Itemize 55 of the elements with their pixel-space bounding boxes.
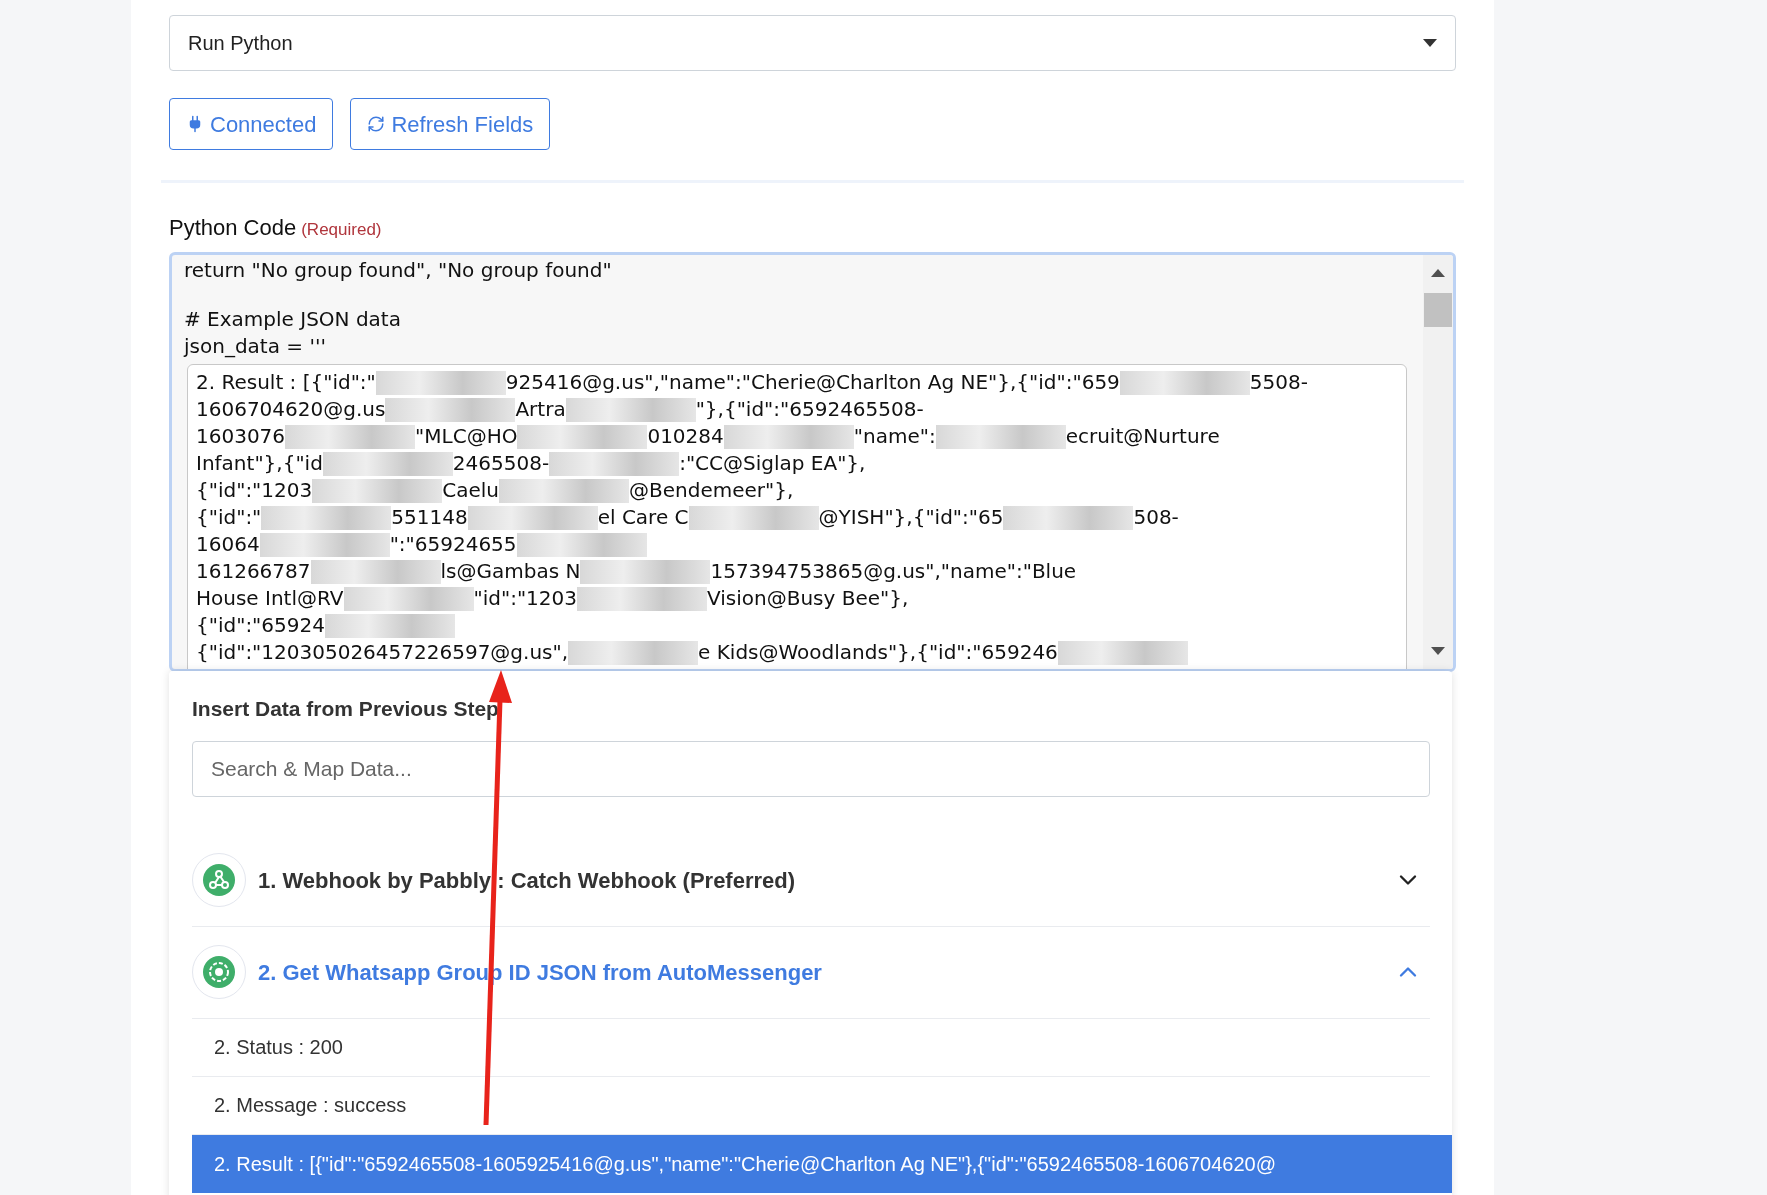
field-label: Python Code: [169, 214, 297, 242]
code-line: json_data = ''': [184, 333, 326, 360]
code-text: 16064: [196, 531, 260, 558]
required-note: (Required): [301, 219, 382, 241]
api-icon: [203, 956, 235, 988]
action-select[interactable]: Run Python: [169, 15, 1456, 71]
refresh-icon: [367, 115, 386, 133]
code-text: 2465508-: [452, 450, 550, 477]
code-text: {"id":"65924: [196, 612, 325, 639]
scroll-up-icon: [1431, 269, 1445, 277]
data-field-item[interactable]: 2. Status : 200: [192, 1018, 1430, 1077]
code-text: ":"65924655: [389, 531, 517, 558]
dropdown-caret-icon: [1423, 39, 1437, 47]
refresh-fields-button[interactable]: Refresh Fields: [350, 98, 551, 150]
step-header[interactable]: 1. Webhook by Pabbly : Catch Webhook (Preferred): [192, 834, 1430, 927]
code-text: 1603076: [196, 423, 286, 450]
code-field[interactable]: [169, 252, 1456, 672]
scrollbar[interactable]: [1423, 255, 1453, 669]
code-line: # Example JSON data: [184, 306, 401, 333]
data-field-item[interactable]: 2. Result : [{"id":"6592465508-1605925416@g.us","name":"Cherie@Charlton Ag NE"},{"id":"6592465508-1606704620@: [192, 1134, 1452, 1193]
connected-button[interactable]: Connected: [169, 98, 334, 150]
code-text: {"id":"120305026457226597@g.us",: [196, 639, 569, 666]
code-text: Artra: [515, 396, 566, 423]
code-text: 2. Result : [{"id":": [196, 369, 376, 396]
code-text: "},{"id":"6592465508-: [695, 396, 924, 423]
code-text: 161266787: [196, 558, 311, 585]
webhook-icon: [203, 864, 235, 896]
scroll-down-icon: [1431, 647, 1445, 655]
code-text: 1606704620@g.us: [196, 396, 386, 423]
code-line: return "No group found", "No group found": [184, 257, 612, 284]
code-text: 157394753865@g.us","name":"Blue: [710, 558, 1077, 585]
code-text: 508-: [1133, 504, 1179, 531]
search-field[interactable]: Search & Map Data...: [192, 740, 1430, 797]
code-text: {"id":": [196, 504, 262, 531]
code-text: "MLC@HO: [415, 423, 518, 450]
code-text: {"id":"1203: [196, 477, 313, 504]
data-field-item[interactable]: 2. Message : success: [192, 1076, 1430, 1135]
code-text: @YISH"},{"id":"65: [818, 504, 1004, 531]
code-text: ecruit@Nurture: [1065, 423, 1220, 450]
code-text: e Kids@Woodlands"},{"id":"659246: [698, 639, 1058, 666]
code-text: "id":"1203: [473, 585, 577, 612]
code-text: ls@Gambas N: [440, 558, 581, 585]
code-text: Vision@Busy Bee"},: [707, 585, 909, 612]
code-text: 551148: [391, 504, 468, 531]
code-text: House Intl@RV: [196, 585, 344, 612]
code-text: Infant"},{"id: [196, 450, 323, 477]
code-text: Caelu: [442, 477, 499, 504]
code-text: @Bendemeer"},: [629, 477, 794, 504]
code-text: 5508-: [1249, 369, 1308, 396]
code-text: "name":: [853, 423, 936, 450]
code-text: 925416@g.us","name":"Cherie@Charlton Ag NE"},{"id":"659: [505, 369, 1120, 396]
scroll-thumb[interactable]: [1424, 293, 1452, 327]
code-text: 010284: [647, 423, 724, 450]
code-text: :"CC@Siglap EA"},: [679, 450, 866, 477]
code-text: el Care C: [597, 504, 689, 531]
